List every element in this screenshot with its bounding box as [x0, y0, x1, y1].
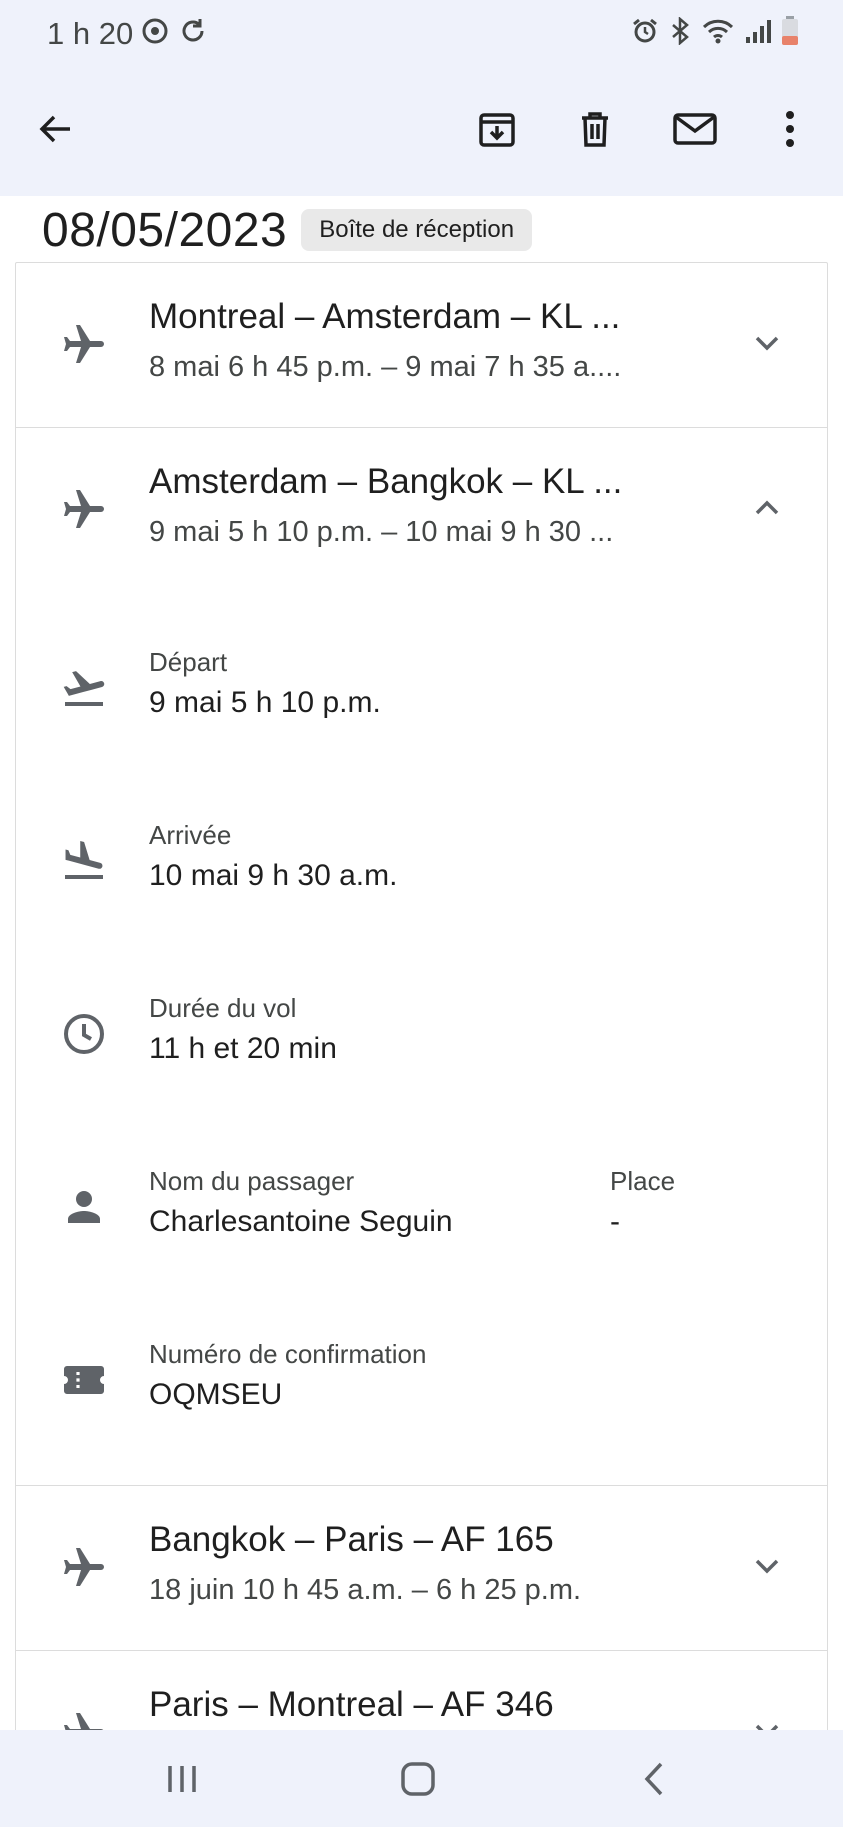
- departure-value: 9 mai 5 h 10 p.m.: [149, 686, 381, 719]
- confirmation-label: Numéro de confirmation: [149, 1339, 427, 1369]
- flight-card-header[interactable]: Bangkok – Paris – AF 165 18 juin 10 h 45…: [16, 1486, 827, 1650]
- chevron-down-icon[interactable]: [747, 323, 787, 363]
- departure-row: Départ 9 mai 5 h 10 p.m.: [16, 602, 827, 775]
- duration-row: Durée du vol 11 h et 20 min: [16, 948, 827, 1121]
- flight-times: 18 juin 10 h 45 a.m. – 6 h 25 p.m.: [149, 1574, 582, 1606]
- confirmation-row: Numéro de confirmation OQMSEU: [16, 1294, 827, 1467]
- chevron-down-icon[interactable]: [747, 1546, 787, 1586]
- flight-title: Montreal – Amsterdam – KL ...: [149, 297, 621, 336]
- passenger-row: Nom du passager Charlesantoine Seguin Pl…: [16, 1121, 827, 1294]
- airplane-icon: [64, 1713, 104, 1730]
- status-time: 1 h 20: [47, 16, 134, 51]
- arrival-value: 10 mai 9 h 30 a.m.: [149, 859, 398, 892]
- flight-card-header[interactable]: Montreal – Amsterdam – KL ... 8 mai 6 h …: [16, 263, 827, 427]
- back-button[interactable]: [24, 97, 88, 161]
- arrival-label: Arrivée: [149, 820, 232, 850]
- back-arrow-icon: [39, 115, 70, 143]
- delete-button[interactable]: [563, 97, 627, 161]
- mark-unread-icon: [673, 113, 717, 145]
- battery-low-icon: [782, 16, 798, 45]
- sync-icon: [182, 19, 204, 42]
- status-left-icons: [140, 16, 208, 46]
- archive-button[interactable]: [465, 97, 529, 161]
- flight-land-icon: [65, 841, 103, 879]
- bluetooth-icon: [672, 17, 689, 45]
- flight-details: Départ 9 mai 5 h 10 p.m. Arrivée 10 mai …: [16, 592, 827, 1485]
- passenger-label: Nom du passager: [149, 1166, 355, 1196]
- system-nav-bar: [0, 1730, 843, 1827]
- flight-times: 9 mai 5 h 10 p.m. – 10 mai 9 h 30 ...: [149, 516, 614, 548]
- app-bar: [0, 70, 843, 196]
- clock-icon: [64, 1014, 104, 1054]
- wifi-icon: [702, 19, 734, 44]
- email-date: 08/05/2023: [42, 203, 288, 257]
- flight-takeoff-icon: [63, 671, 105, 706]
- flight-card-expanded: Amsterdam – Bangkok – KL ... 9 mai 5 h 1…: [16, 428, 827, 1486]
- airplane-icon: [64, 490, 104, 528]
- airplane-icon: [64, 1548, 104, 1586]
- ticket-icon: [64, 1366, 104, 1394]
- status-bar: 1 h 20: [0, 0, 843, 70]
- delete-icon: [582, 112, 608, 147]
- flight-card-list: Montreal – Amsterdam – KL ... 8 mai 6 h …: [15, 262, 828, 1730]
- person-icon: [68, 1191, 100, 1223]
- alarm-icon: [633, 18, 657, 43]
- recents-icon: [168, 1766, 196, 1792]
- duration-label: Durée du vol: [149, 993, 297, 1023]
- flight-times: 8 mai 6 h 45 p.m. – 9 mai 7 h 35 a....: [149, 351, 622, 383]
- label-chip[interactable]: Boîte de réception: [301, 209, 533, 251]
- email-header: 08/05/2023 Boîte de réception: [42, 196, 533, 264]
- more-vert-icon: [786, 111, 794, 147]
- departure-label: Départ: [149, 647, 228, 677]
- archive-icon: [479, 113, 515, 147]
- home-icon: [401, 1762, 435, 1796]
- home-button[interactable]: [388, 1754, 448, 1804]
- arrival-row: Arrivée 10 mai 9 h 30 a.m.: [16, 775, 827, 948]
- passenger-value: Charlesantoine Seguin: [149, 1205, 453, 1238]
- flight-title: Bangkok – Paris – AF 165: [149, 1520, 554, 1559]
- flight-card: Montreal – Amsterdam – KL ... 8 mai 6 h …: [16, 263, 827, 428]
- signal-icon: [746, 20, 771, 43]
- duration-value: 11 h et 20 min: [149, 1032, 337, 1065]
- flight-card-header[interactable]: Paris – Montreal – AF 346: [16, 1651, 827, 1730]
- seat-label: Place: [610, 1166, 676, 1196]
- chevron-up-icon[interactable]: [747, 488, 787, 528]
- flight-title: Paris – Montreal – AF 346: [149, 1685, 554, 1724]
- email-content: 08/05/2023 Boîte de réception Montreal –…: [0, 196, 843, 1730]
- airplane-icon: [64, 325, 104, 363]
- flight-card: Bangkok – Paris – AF 165 18 juin 10 h 45…: [16, 1486, 827, 1651]
- chevron-left-icon: [644, 1762, 663, 1796]
- recents-button[interactable]: [152, 1754, 212, 1804]
- system-back-button[interactable]: [624, 1754, 684, 1804]
- more-options-button[interactable]: [758, 97, 822, 161]
- flight-title: Amsterdam – Bangkok – KL ...: [149, 462, 623, 501]
- confirmation-value: OQMSEU: [149, 1378, 283, 1411]
- status-right-icons: [631, 16, 799, 46]
- focus-icon: [142, 18, 168, 44]
- flight-card-header[interactable]: Amsterdam – Bangkok – KL ... 9 mai 5 h 1…: [16, 428, 827, 592]
- chevron-down-icon[interactable]: [747, 1711, 787, 1730]
- mark-unread-button[interactable]: [663, 97, 727, 161]
- flight-card: Paris – Montreal – AF 346: [16, 1651, 827, 1730]
- seat-value: -: [610, 1205, 620, 1238]
